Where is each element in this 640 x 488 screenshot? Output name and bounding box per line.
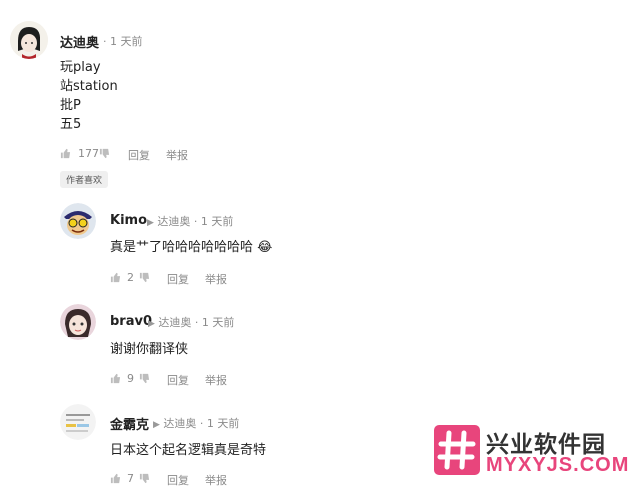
thumbs-up-icon[interactable] — [60, 148, 71, 162]
author-liked-badge: 作者喜欢 — [60, 171, 109, 188]
report-button[interactable]: 举报 — [205, 472, 227, 488]
comment-author[interactable]: 金霸克 — [110, 414, 149, 433]
avatar[interactable] — [60, 203, 96, 239]
comment-time-text: 1 天前 — [110, 35, 143, 48]
like-count: 2 — [127, 271, 134, 284]
comment-line: 玩play — [60, 60, 101, 75]
hash-logo-icon — [434, 425, 480, 475]
comment-body: 玩play 站station 批P 五5 — [60, 58, 118, 134]
site-watermark: 兴业软件园 MYXYJS.COM — [424, 413, 640, 488]
reply-arrow-icon: ▶ — [153, 420, 160, 430]
like-count: 177 — [78, 147, 99, 160]
comment-time: · 1 天前 — [103, 35, 143, 48]
thumbs-down-icon[interactable] — [139, 473, 150, 487]
reply-to: ▶ 达迪奥 · 1 天前 — [153, 417, 240, 430]
comment-author[interactable]: Kimo — [110, 213, 147, 228]
reply-arrow-icon: ▶ — [147, 218, 154, 228]
avatar[interactable] — [60, 404, 96, 440]
watermark-url: MYXYJS.COM — [486, 454, 630, 476]
comment-body: 谢谢你翻译侠 — [110, 342, 189, 357]
thumbs-up-icon[interactable] — [110, 272, 121, 286]
laughing-emoji-icon: 😂 — [257, 240, 273, 255]
avatar[interactable] — [60, 304, 96, 340]
comment-line: 批P — [60, 98, 81, 113]
report-button[interactable]: 举报 — [166, 147, 188, 163]
thumbs-up-icon[interactable] — [110, 473, 121, 487]
reply-button[interactable]: 回复 — [167, 472, 189, 488]
comment-line: 站station — [60, 79, 118, 94]
comment-time: 1 天前 — [200, 215, 234, 228]
thumbs-down-icon[interactable] — [139, 373, 150, 387]
reply-arrow-icon: ▶ — [148, 319, 155, 329]
comment-body: 日本这个起名逻辑真是奇特 — [110, 443, 267, 458]
reply-button[interactable]: 回复 — [128, 147, 150, 163]
reply-to-user[interactable]: 达迪奥 — [158, 316, 191, 329]
reply-button[interactable]: 回复 — [167, 271, 189, 287]
comment-line: 五5 — [60, 117, 82, 132]
thumbs-down-icon[interactable] — [139, 272, 150, 286]
report-button[interactable]: 举报 — [205, 271, 227, 287]
avatar[interactable] — [10, 21, 48, 59]
comment-time: 1 天前 — [206, 417, 240, 430]
report-button[interactable]: 举报 — [205, 372, 227, 388]
like-count: 7 — [127, 472, 134, 485]
like-count: 9 — [127, 372, 134, 385]
thumbs-down-icon[interactable] — [99, 148, 110, 162]
comment-time: 1 天前 — [201, 316, 235, 329]
reply-button[interactable]: 回复 — [167, 372, 189, 388]
comment-body: 真是艹了哈哈哈哈哈哈哈 😂 — [110, 238, 272, 257]
comment-author[interactable]: 达迪奥 — [60, 32, 99, 51]
reply-to-user[interactable]: 达迪奥 — [157, 215, 190, 228]
comment-text: 真是艹了哈哈哈哈哈哈哈 — [110, 240, 254, 255]
reply-to: ▶ 达迪奥 · 1 天前 — [148, 316, 235, 329]
thumbs-up-icon[interactable] — [110, 373, 121, 387]
comment-author[interactable]: brav0 — [110, 314, 152, 329]
reply-to: ▶ 达迪奥 · 1 天前 — [147, 215, 234, 228]
reply-to-user[interactable]: 达迪奥 — [163, 417, 196, 430]
